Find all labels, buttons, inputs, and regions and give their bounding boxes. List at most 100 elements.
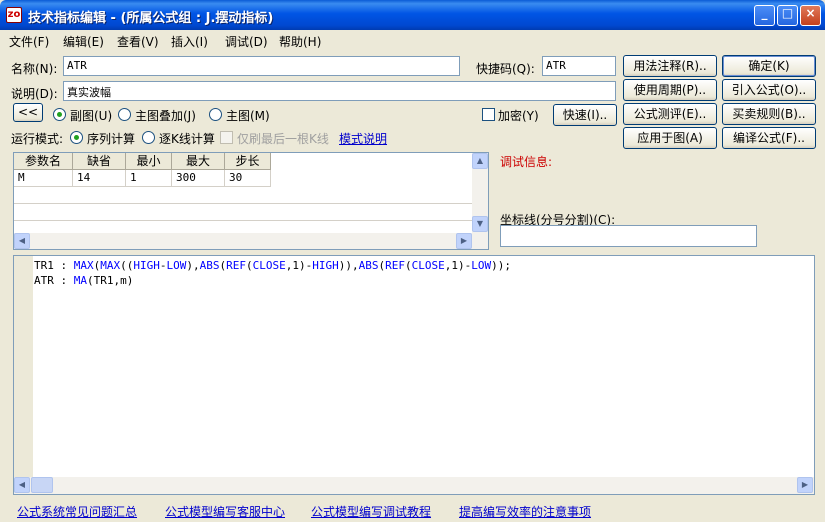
collapse-button[interactable]: << [13,103,43,122]
param-cell[interactable]: 30 [225,170,271,187]
code-keyword: HIGH [312,259,339,272]
usage-notes-button[interactable]: 用法注释(R).. [623,55,717,77]
scroll-left-icon[interactable]: ◀ [14,477,30,493]
menu-edit[interactable]: 编辑(E) [63,33,104,50]
maximize-button[interactable]: □ [777,5,798,26]
param-vscrollbar[interactable]: ▲ ▼ [472,153,488,233]
code-text: ), [186,259,200,272]
encrypt-checkbox[interactable] [482,108,495,121]
param-table: 参数名 缺省 最小 最大 步长 M 14 1 300 30 ▲ ▼ ◀ ▶ [13,152,489,250]
trading-rules-button[interactable]: 买卖规则(B).. [722,103,816,125]
footer-link-tutorial[interactable]: 公式模型编写调试教程 [311,503,431,520]
code-keyword: ABS [358,259,379,272]
menu-bar: 文件(F) 编辑(E) 查看(V) 插入(I) 调试(D) 帮助(H) [0,30,825,50]
empty-row [14,204,472,221]
mode-help-link[interactable]: 模式说明 [339,130,387,147]
param-header-name[interactable]: 参数名 [14,153,73,170]
scroll-thumb[interactable] [31,477,53,493]
formula-editor[interactable]: TR1 : MAX(MAX((HIGH-LOW),ABS(REF(CLOSE,1… [13,255,815,495]
param-header-min[interactable]: 最小 [126,153,172,170]
desc-input[interactable]: 真实波幅 [63,81,616,101]
main-overlay-radio[interactable] [118,108,131,121]
param-cell[interactable]: 14 [73,170,126,187]
main-overlay-label: 主图叠加(J) [135,109,196,123]
menu-help[interactable]: 帮助(H) [279,33,321,50]
code-keyword: HIGH [133,259,160,272]
code-text: ( [246,259,253,272]
per-bar-calc-radio[interactable] [142,131,155,144]
shortcut-input[interactable]: ATR [542,56,616,76]
import-formula-button[interactable]: 引入公式(O).. [722,79,816,101]
last-bar-only-checkbox[interactable] [220,131,233,144]
code-keyword: LOW [166,259,187,272]
encrypt-label: 加密(Y) [498,109,539,123]
editor-hscrollbar[interactable]: ◀ ▶ [14,477,814,494]
scroll-down-icon[interactable]: ▼ [472,216,488,232]
name-input[interactable]: ATR [63,56,460,76]
use-period-button[interactable]: 使用周期(P).. [623,79,717,101]
code-text: ,1)- [285,259,313,272]
param-header-default[interactable]: 缺省 [73,153,126,170]
empty-row [14,187,472,204]
series-calc-radio[interactable] [70,131,83,144]
menu-file[interactable]: 文件(F) [9,33,49,50]
quick-button[interactable]: 快速(I).. [553,104,617,126]
compile-formula-button[interactable]: 编译公式(F).. [722,127,816,149]
code-line: TR1 : MAX(MAX((HIGH-LOW),ABS(REF(CLOSE,1… [34,259,511,272]
footer-link-support[interactable]: 公式模型编写客服中心 [165,503,285,520]
run-mode-label: 运行模式: [11,132,64,146]
param-header-max[interactable]: 最大 [172,153,225,170]
code-text: )); [491,259,511,272]
code-keyword: ABS [199,259,220,272]
code-keyword: MAX [100,259,121,272]
sub-chart-label: 副图(U) [70,109,113,123]
apply-to-chart-button[interactable]: 应用于图(A) [623,127,717,149]
code-text: TR1 : [34,259,74,272]
footer-link-faq[interactable]: 公式系统常见问题汇总 [17,503,137,520]
series-calc-label: 序列计算 [87,132,136,146]
footer-link-tips[interactable]: 提高编写效率的注意事项 [459,503,591,520]
code-keyword: CLOSE [252,259,286,272]
code-text: - [159,259,167,272]
param-hscrollbar[interactable]: ◀ ▶ [14,233,488,249]
code-text: ( [405,259,412,272]
code-text: ,1)- [444,259,472,272]
per-bar-calc-label: 逐K线计算 [159,132,215,146]
menu-debug[interactable]: 调试(D) [225,33,268,50]
code-text: )), [338,259,359,272]
scroll-left-icon[interactable]: ◀ [14,233,30,249]
param-cell[interactable]: M [14,170,73,187]
sub-chart-radio[interactable] [53,108,66,121]
scroll-right-icon[interactable]: ▶ [456,233,472,249]
code-text: ATR : [34,274,74,287]
close-button[interactable]: × [800,5,821,26]
title-bar[interactable]: zo 技术指标编辑 - (所属公式组 : J.摆动指标) _ □ × [0,0,825,30]
editor-gutter [14,256,33,478]
param-cell[interactable]: 1 [126,170,172,187]
main-chart-label: 主图(M) [226,109,270,123]
main-chart-radio[interactable] [209,108,222,121]
axis-line-input[interactable] [500,225,757,247]
code-text: (( [120,259,134,272]
scroll-right-icon[interactable]: ▶ [797,477,813,493]
minimize-button[interactable]: _ [754,5,775,26]
menu-insert[interactable]: 插入(I) [171,33,208,50]
formula-test-button[interactable]: 公式测评(E).. [623,103,717,125]
param-header-step[interactable]: 步长 [225,153,271,170]
menu-view[interactable]: 查看(V) [117,33,159,50]
code-keyword: MA [73,274,87,287]
scroll-up-icon[interactable]: ▲ [472,153,488,169]
code-line: ATR : MA(TR1,m) [34,274,133,287]
code-keyword: REF [385,259,405,272]
debug-info-label: 调试信息: [500,155,553,169]
code-keyword: MAX [73,259,94,272]
window-title: 技术指标编辑 - (所属公式组 : J.摆动指标) [28,11,274,26]
param-cell[interactable]: 300 [172,170,225,187]
code-keyword: REF [226,259,246,272]
code-text: (TR1,m) [87,274,134,287]
code-keyword: LOW [471,259,492,272]
last-bar-only-label: 仅刷最后一根K线 [237,132,329,146]
code-keyword: CLOSE [411,259,445,272]
ok-button[interactable]: 确定(K) [722,55,816,77]
name-label: 名称(N): [11,62,58,76]
